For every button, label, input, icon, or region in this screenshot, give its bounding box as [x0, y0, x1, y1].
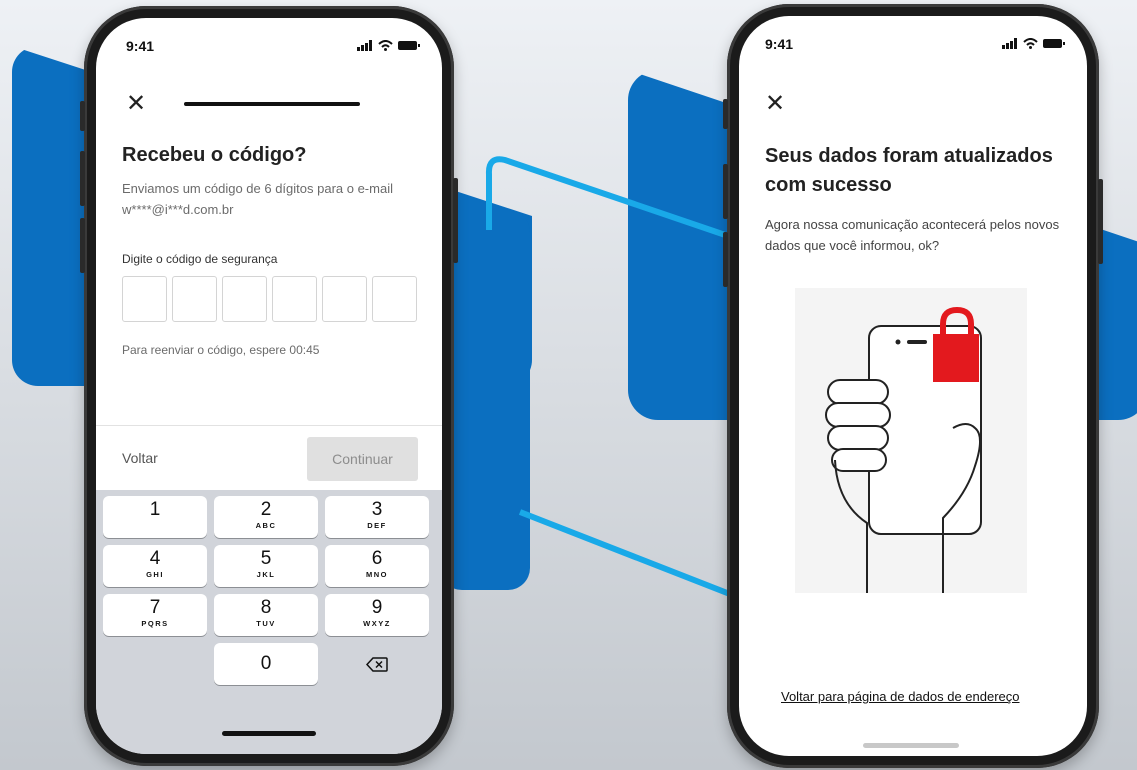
code-digit-4[interactable] [272, 276, 317, 322]
status-bar: 9:41 [739, 34, 1087, 54]
key-7[interactable]: 7 PQRS [103, 594, 207, 636]
home-indicator [863, 743, 959, 748]
resend-timer-text: Para reenviar o código, espere 00:45 [122, 343, 320, 357]
key-9[interactable]: 9 WXYZ [325, 594, 429, 636]
close-icon[interactable]: ✕ [765, 92, 785, 116]
signal-icon [357, 40, 372, 51]
status-time: 9:41 [126, 38, 155, 54]
back-to-address-link[interactable]: Voltar para página de dados de endereço [781, 689, 1020, 704]
signal-icon [1002, 38, 1017, 49]
mute-switch [723, 99, 728, 129]
verification-screen: 9:41 ✕ Recebeu o código? Enviamos um cód… [96, 18, 442, 754]
status-time: 9:41 [765, 36, 794, 52]
phone-lock-illustration [795, 288, 1027, 593]
page-title: Recebeu o código? [122, 144, 307, 166]
mute-switch [80, 101, 85, 131]
description-text: Agora nossa comunicação acontecerá pelos… [765, 217, 1060, 253]
phone-left: 9:41 ✕ Recebeu o código? Enviamos um cód… [80, 6, 458, 766]
numeric-keypad: 1 2 ABC 3 DEF 4 GHI 5 JKL 6 MNO 7 PQRS 8 TUV 9W… [96, 490, 442, 754]
code-digit-2[interactable] [172, 276, 217, 322]
volume-up-button [723, 164, 728, 219]
success-screen: 9:41 ✕ Seus dados foram atualizados com … [739, 16, 1087, 756]
code-digit-5[interactable] [322, 276, 367, 322]
power-button [453, 178, 458, 263]
code-label: Digite o código de segurança [122, 252, 278, 266]
continue-button[interactable]: Continuar [307, 437, 418, 481]
key-3[interactable]: 3 DEF [325, 496, 429, 538]
phone-right: 9:41 ✕ Seus dados foram atualizados com … [723, 4, 1103, 768]
power-button [1098, 179, 1103, 264]
footer-divider [96, 425, 442, 426]
close-icon[interactable]: ✕ [126, 92, 146, 116]
key-1[interactable]: 1 [103, 496, 207, 538]
description-text: Enviamos um código de 6 dígitos para o e… [122, 181, 393, 217]
key-4[interactable]: 4 GHI [103, 545, 207, 587]
status-bar: 9:41 [96, 36, 442, 56]
key-8[interactable]: 8 TUV [214, 594, 318, 636]
back-button[interactable]: Voltar [122, 450, 158, 466]
key-6[interactable]: 6 MNO [325, 545, 429, 587]
key-0[interactable]: 0 [214, 643, 318, 685]
backspace-icon[interactable] [325, 643, 429, 685]
volume-down-button [80, 218, 85, 273]
wifi-icon [378, 40, 393, 51]
code-digit-3[interactable] [222, 276, 267, 322]
progress-bar [184, 102, 360, 106]
volume-down-button [723, 232, 728, 287]
page-title: Seus dados foram atualizados com sucesso [765, 145, 1053, 196]
status-icons [357, 40, 420, 51]
wifi-icon [1023, 38, 1038, 49]
key-5[interactable]: 5 JKL [214, 545, 318, 587]
volume-up-button [80, 151, 85, 206]
battery-icon [398, 41, 420, 50]
battery-icon [1043, 39, 1065, 48]
code-digit-1[interactable] [122, 276, 167, 322]
code-digit-6[interactable] [372, 276, 417, 322]
status-icons [1002, 38, 1065, 49]
key-2[interactable]: 2 ABC [214, 496, 318, 538]
home-indicator [222, 731, 316, 736]
